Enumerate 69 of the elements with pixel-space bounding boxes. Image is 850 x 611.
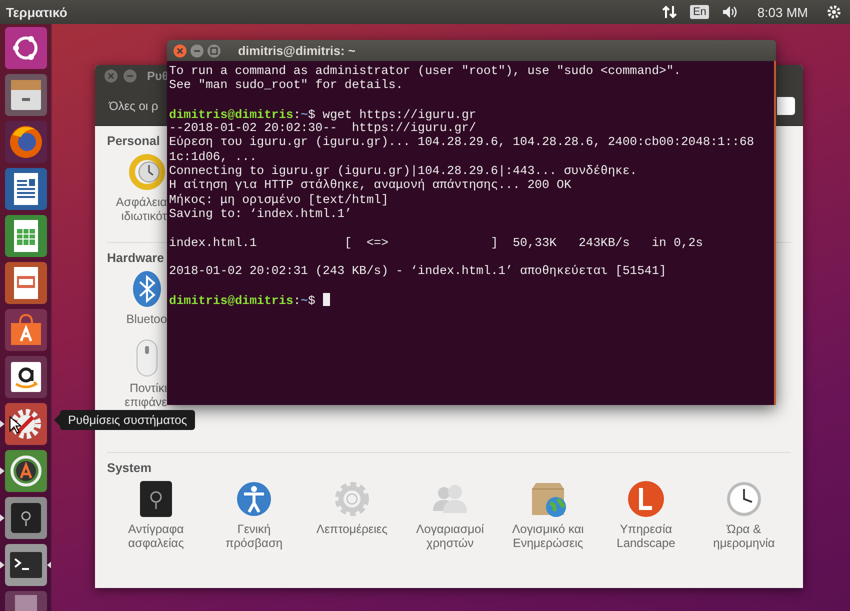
settings-item[interactable]: Λεπτομέρειες — [303, 479, 401, 550]
refresh-icon — [4, 450, 46, 492]
clock-icon — [724, 479, 764, 519]
accessibility-icon — [234, 479, 274, 519]
document-icon — [4, 168, 46, 210]
settings-item[interactable]: Λογαριασμοί χρηστών — [401, 479, 499, 550]
launcher-button[interactable] — [4, 309, 46, 351]
terminal-output-line: See "man sudo_root" for details. — [169, 78, 404, 93]
keyboard-layout-indicator[interactable]: En — [690, 5, 710, 19]
gear-wrench-icon — [4, 403, 46, 445]
terminal-output-line: --2018-01-02 20:02:30-- https://iguru.gr/ — [169, 121, 478, 136]
window-title: dimitris@dimitris: ~ — [238, 44, 356, 58]
minimize-icon — [190, 44, 204, 58]
settings-item[interactable]: Λογισμικό και Ενημερώσεις — [499, 479, 597, 550]
volume-icon — [721, 4, 740, 20]
settings-item[interactable]: Ώρα & ημερομηνία — [695, 479, 793, 550]
terminal-prompt-line: dimitris@dimitris:~$ wget https://iguru.gr — [169, 106, 478, 122]
settings-item[interactable]: Γενική πρόσβαση — [205, 479, 303, 550]
section-heading: Personal — [107, 134, 160, 148]
settings-item[interactable]: Bluetoo — [107, 269, 167, 326]
settings-item[interactable]: Υπηρεσία Landscape — [597, 479, 695, 550]
terminal-prompt-line: dimitris@dimitris:~$ — [169, 292, 772, 308]
launcher-button[interactable] — [4, 356, 46, 398]
section-heading: System — [107, 461, 152, 475]
terminal-output-line: index.html.1 [ <=> ] 50,33K 243KB/s in 0,2s — [169, 236, 704, 250]
launcher-button[interactable] — [4, 262, 46, 304]
terminal-output-line: Η αίτηση για HTTP στάλθηκε, αναμονή απάντησης... 200 OK — [169, 178, 572, 193]
terminal-output-line: 1c:1d06, ... — [169, 150, 258, 164]
drawer-icon — [4, 74, 46, 116]
landscape-logo-icon — [626, 479, 666, 519]
ubuntu-logo-icon — [4, 27, 46, 69]
trash-icon — [4, 591, 46, 611]
launcher-button[interactable] — [4, 27, 46, 69]
app-title: Τερματικό — [6, 4, 68, 20]
browser-icon — [4, 121, 46, 163]
minimize-icon — [123, 69, 137, 83]
safe-icon — [4, 497, 46, 539]
mouse-pointer-icon — [9, 416, 21, 434]
search-field[interactable] — [777, 97, 795, 115]
settings-item[interactable]: Ασφάλεια ιδιωτικότ — [107, 152, 167, 223]
terminal-output-line: Μήκος: μη ορισμένο [text/html] — [169, 192, 390, 207]
launcher-button[interactable] — [4, 74, 46, 116]
clock[interactable]: 8:03 ΜΜ — [757, 4, 808, 20]
presentation-icon — [4, 262, 46, 304]
maximize-icon — [207, 44, 221, 58]
terminal-output-line: Connecting to iguru.gr (iguru.gr)|104.28.29.6|:443... συνδέθηκε. — [169, 164, 638, 178]
settings-item[interactable]: Αντίγραφα ασφαλείας — [107, 479, 205, 550]
history-clock-icon — [127, 152, 167, 192]
launcher-button[interactable] — [4, 168, 46, 210]
close-icon — [173, 44, 187, 58]
spreadsheet-icon — [4, 215, 46, 257]
launcher-button[interactable] — [4, 403, 46, 445]
terminal-output-line: Saving to: ‘index.html.1’ — [169, 206, 353, 222]
terminal-output-line: To run a command as administrator (user "root"), use "sudo <command>". — [169, 64, 682, 78]
terminal-icon — [4, 544, 46, 586]
section-heading: Hardware — [107, 251, 164, 265]
launcher-button[interactable] — [4, 121, 46, 163]
up-down-arrows-icon — [662, 4, 678, 20]
launcher-button[interactable] — [4, 450, 46, 492]
shopping-bag-icon — [4, 309, 46, 351]
terminal-output-line: 2018-01-02 20:02:31 (243 KB/s) - ‘index.html.1’ αποθηκεύεται [51541] — [169, 264, 668, 278]
gear-icon — [332, 479, 372, 519]
tooltip-arrow-icon — [54, 414, 60, 426]
launcher-button[interactable] — [4, 544, 46, 586]
terminal-output-line: Εύρεση του iguru.gr (iguru.gr)... 104.28.29.6, 104.28.28.6, 2400:cb00:2048:1::68 — [169, 135, 756, 150]
close-icon — [104, 69, 118, 83]
settings-icon — [826, 4, 842, 20]
settings-item[interactable]: Ποντίκι επιφάνε — [107, 338, 167, 409]
all-settings-button[interactable]: Όλες οι ρ — [107, 95, 160, 117]
